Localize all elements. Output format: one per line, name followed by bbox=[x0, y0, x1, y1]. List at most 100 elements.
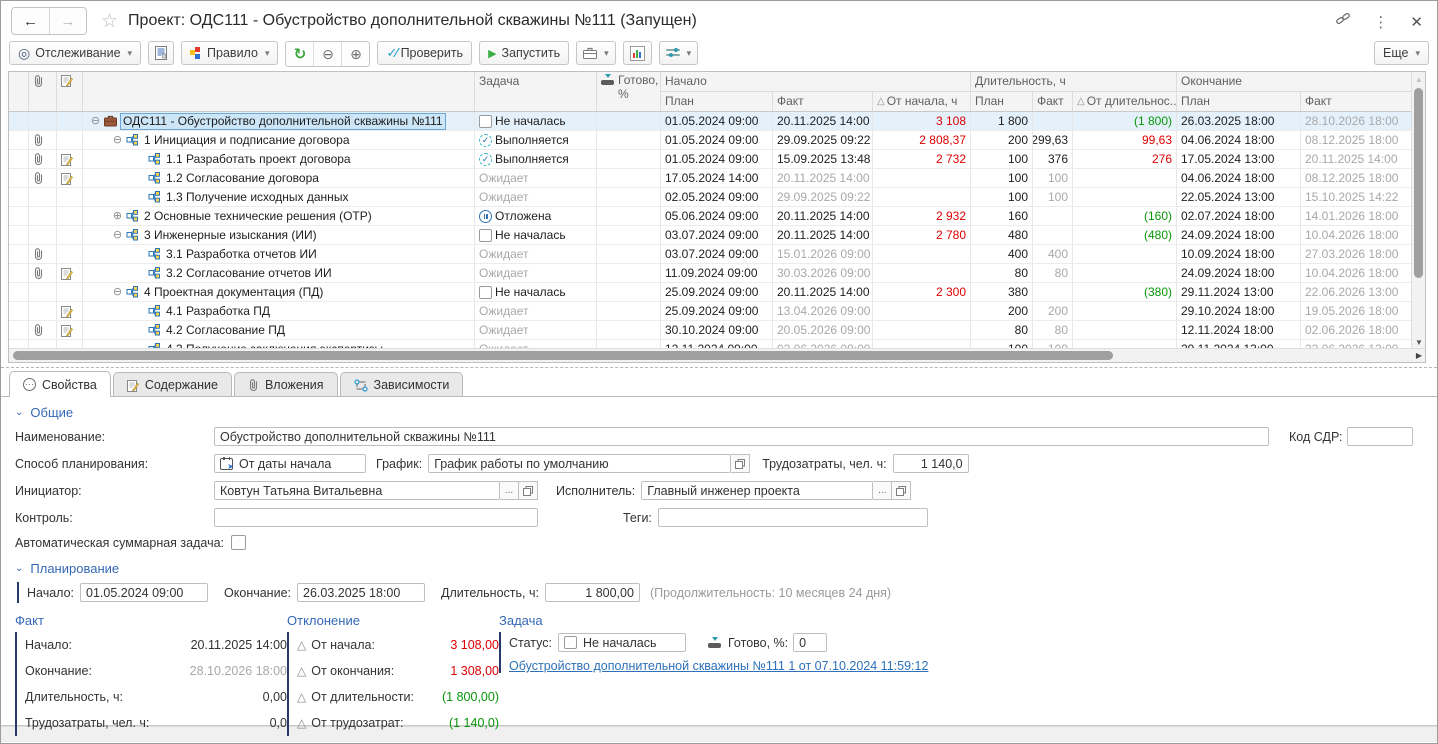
table-row[interactable]: 1.3 Получение исходных данныхОжидает02.0… bbox=[9, 188, 1425, 207]
attachment-cell[interactable] bbox=[29, 150, 57, 168]
attachment-cell[interactable] bbox=[29, 245, 57, 263]
status-cell[interactable]: Не началась bbox=[475, 226, 597, 244]
done-cell[interactable] bbox=[597, 207, 661, 225]
finish-fact-cell[interactable]: 20.11.2025 14:00 bbox=[1301, 150, 1413, 168]
delta-start-cell[interactable] bbox=[873, 188, 971, 206]
delta-duration-cell[interactable] bbox=[1073, 169, 1177, 187]
start-plan-cell[interactable]: 02.05.2024 09:00 bbox=[661, 188, 773, 206]
auto-summary-checkbox[interactable] bbox=[231, 535, 246, 550]
row-selector-cell[interactable] bbox=[9, 302, 29, 320]
start-fact-cell[interactable]: 20.11.2025 14:00 bbox=[773, 207, 873, 225]
duration-fact-cell[interactable] bbox=[1033, 283, 1073, 301]
done-cell[interactable] bbox=[597, 321, 661, 339]
row-selector-cell[interactable] bbox=[9, 321, 29, 339]
delta-start-cell[interactable] bbox=[873, 264, 971, 282]
finish-fact-cell[interactable]: 08.12.2025 18:00 bbox=[1301, 131, 1413, 149]
start-fact-cell[interactable]: 20.05.2026 09:00 bbox=[773, 321, 873, 339]
start-fact-cell[interactable]: 15.01.2026 09:00 bbox=[773, 245, 873, 263]
row-selector-cell[interactable] bbox=[9, 169, 29, 187]
task-name-cell[interactable]: ⊖4 Проектная документация (ПД) bbox=[83, 283, 475, 301]
duration-plan-cell[interactable]: 80 bbox=[971, 321, 1033, 339]
more-button[interactable]: Еще▾ bbox=[1374, 41, 1429, 65]
document-list-button[interactable] bbox=[148, 41, 174, 65]
executor-input[interactable]: Главный инженер проекта bbox=[641, 481, 873, 500]
finish-fact-cell[interactable]: 10.04.2026 18:00 bbox=[1301, 226, 1413, 244]
note-cell[interactable] bbox=[57, 321, 83, 339]
row-selector-cell[interactable] bbox=[9, 245, 29, 263]
done-cell[interactable] bbox=[597, 112, 661, 130]
status-cell[interactable]: Не началась bbox=[475, 283, 597, 301]
task-name-cell[interactable]: 4.2 Согласование ПД bbox=[83, 321, 475, 339]
panel-splitter[interactable] bbox=[1, 363, 1437, 371]
task-name-cell[interactable]: 3.1 Разработка отчетов ИИ bbox=[83, 245, 475, 263]
duration-fact-cell[interactable]: 80 bbox=[1033, 264, 1073, 282]
collapse-icon[interactable]: ⊖ bbox=[112, 283, 123, 301]
task-name-cell[interactable]: ⊖1 Инициация и подписание договора bbox=[83, 131, 475, 149]
delta-start-cell[interactable] bbox=[873, 321, 971, 339]
attachment-cell[interactable] bbox=[29, 131, 57, 149]
table-row[interactable]: 3.2 Согласование отчетов ИИОжидает11.09.… bbox=[9, 264, 1425, 283]
attachment-cell[interactable] bbox=[29, 302, 57, 320]
tab-dependencies[interactable]: Зависимости bbox=[340, 372, 464, 397]
finish-plan-cell[interactable]: 04.06.2024 18:00 bbox=[1177, 131, 1301, 149]
plan-duration-input[interactable]: 1 800,00 bbox=[545, 583, 640, 602]
vertical-scrollbar[interactable]: ▲ ▼ bbox=[1411, 72, 1425, 350]
finish-plan-cell[interactable]: 24.09.2024 18:00 bbox=[1177, 226, 1301, 244]
row-selector-cell[interactable] bbox=[9, 131, 29, 149]
duration-plan-cell[interactable]: 100 bbox=[971, 150, 1033, 168]
attachment-cell[interactable] bbox=[29, 169, 57, 187]
status-cell[interactable]: Ожидает bbox=[475, 302, 597, 320]
start-fact-cell[interactable]: 20.11.2025 14:00 bbox=[773, 283, 873, 301]
task-name-cell[interactable]: ⊕2 Основные технические решения (ОТР) bbox=[83, 207, 475, 225]
finish-fact-cell[interactable]: 15.10.2025 14:22 bbox=[1301, 188, 1413, 206]
delta-duration-cell[interactable] bbox=[1073, 264, 1177, 282]
status-cell[interactable]: Ожидает bbox=[475, 264, 597, 282]
horizontal-scrollbar[interactable]: ▶ bbox=[9, 348, 1425, 362]
delta-duration-cell[interactable] bbox=[1073, 188, 1177, 206]
header-finish[interactable]: Окончание bbox=[1177, 72, 1413, 92]
start-fact-cell[interactable]: 13.04.2026 09:00 bbox=[773, 302, 873, 320]
done-cell[interactable] bbox=[597, 226, 661, 244]
done-cell[interactable] bbox=[597, 188, 661, 206]
favorite-star-icon[interactable]: ☆ bbox=[101, 10, 118, 33]
note-cell[interactable] bbox=[57, 112, 83, 130]
status-cell[interactable]: Ожидает bbox=[475, 169, 597, 187]
duration-fact-cell[interactable]: 80 bbox=[1033, 321, 1073, 339]
sdr-code-input[interactable] bbox=[1347, 427, 1413, 446]
header-row-selector[interactable] bbox=[9, 72, 29, 111]
rule-button[interactable]: Правило▾ bbox=[181, 41, 278, 65]
status-cell[interactable]: Ожидает bbox=[475, 321, 597, 339]
duration-plan-cell[interactable]: 480 bbox=[971, 226, 1033, 244]
start-plan-cell[interactable]: 03.07.2024 09:00 bbox=[661, 226, 773, 244]
collapse-icon[interactable]: ⊖ bbox=[90, 112, 101, 130]
delta-start-cell[interactable]: 3 108 bbox=[873, 112, 971, 130]
header-delta-start[interactable]: △От начала, ч bbox=[873, 92, 971, 111]
note-cell[interactable] bbox=[57, 169, 83, 187]
row-selector-cell[interactable] bbox=[9, 150, 29, 168]
delta-duration-cell[interactable] bbox=[1073, 302, 1177, 320]
finish-plan-cell[interactable]: 26.03.2025 18:00 bbox=[1177, 112, 1301, 130]
report-button[interactable] bbox=[623, 41, 652, 65]
task-name-cell[interactable]: 1.1 Разработать проект договора bbox=[83, 150, 475, 168]
delta-start-cell[interactable] bbox=[873, 245, 971, 263]
delta-duration-cell[interactable] bbox=[1073, 321, 1177, 339]
finish-plan-cell[interactable]: 10.09.2024 18:00 bbox=[1177, 245, 1301, 263]
initiator-input[interactable]: Ковтун Татьяна Витальевна bbox=[214, 481, 500, 500]
table-row[interactable]: 1.2 Согласование договораОжидает17.05.20… bbox=[9, 169, 1425, 188]
delta-start-cell[interactable]: 2 808,37 bbox=[873, 131, 971, 149]
settings-menu-button[interactable]: ▾ bbox=[659, 41, 699, 65]
attachment-cell[interactable] bbox=[29, 226, 57, 244]
status-cell[interactable]: Не началась bbox=[475, 112, 597, 130]
row-selector-cell[interactable] bbox=[9, 207, 29, 225]
task-name-cell[interactable]: 4.1 Разработка ПД bbox=[83, 302, 475, 320]
expand-icon[interactable]: ⊕ bbox=[112, 207, 123, 225]
start-plan-cell[interactable]: 25.09.2024 09:00 bbox=[661, 283, 773, 301]
header-done[interactable]: Готово, % bbox=[597, 72, 661, 111]
start-fact-cell[interactable]: 29.09.2025 09:22 bbox=[773, 131, 873, 149]
done-cell[interactable] bbox=[597, 131, 661, 149]
status-cell[interactable]: Ожидает bbox=[475, 245, 597, 263]
duration-plan-cell[interactable]: 1 800 bbox=[971, 112, 1033, 130]
finish-plan-cell[interactable]: 17.05.2024 13:00 bbox=[1177, 150, 1301, 168]
note-cell[interactable] bbox=[57, 207, 83, 225]
table-row[interactable]: ⊖1 Инициация и подписание договора✓Выпол… bbox=[9, 131, 1425, 150]
